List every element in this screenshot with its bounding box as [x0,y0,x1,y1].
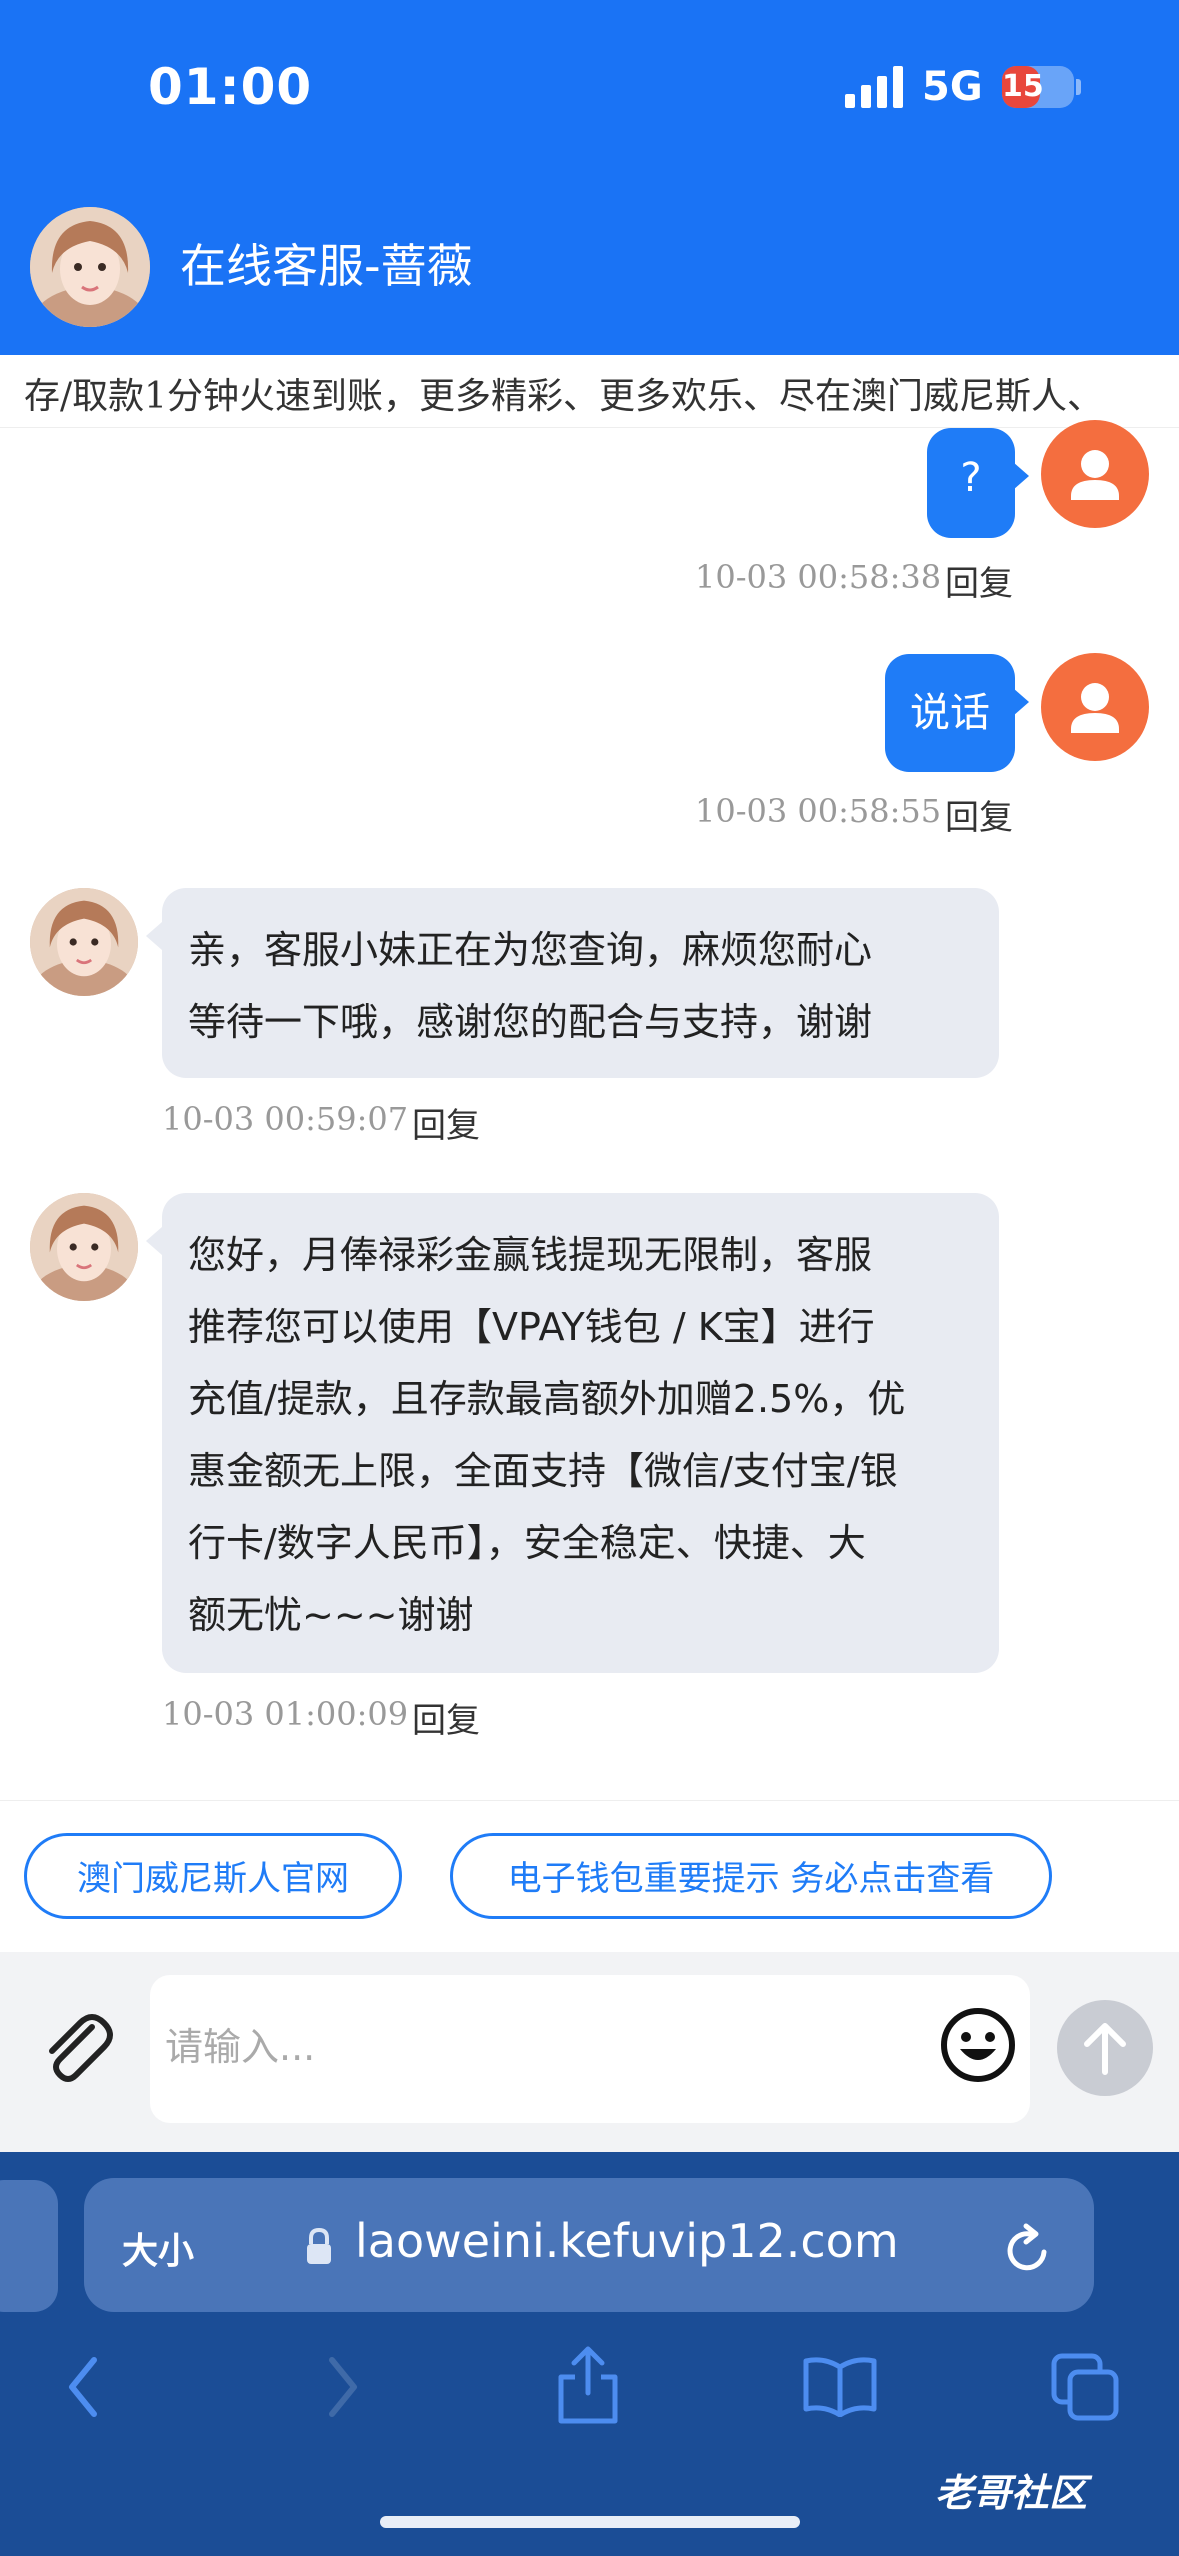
user-avatar [1041,653,1149,761]
message-time: 10-03 00:59:07 [162,1100,409,1138]
message-line: 惠金额无上限，全面支持【微信/支付宝/银 [188,1449,898,1493]
agent-message-bubble: 您好，月俸禄彩金赢钱提现无限制，客服 推荐您可以使用【VPAY钱包 / K宝】进… [146,1193,999,1673]
message-line: 亲，客服小妹正在为您查询，麻烦您耐心 [188,928,873,972]
tabs-icon[interactable] [1050,2352,1122,2424]
reply-link[interactable]: 回复 [412,1693,480,1742]
battery-tip [1076,79,1081,95]
user-icon [1071,683,1119,733]
message-line: 您好，月俸禄彩金赢钱提现无限制，客服 [188,1233,873,1277]
quick-link-wallet-notice[interactable]: 电子钱包重要提示 务必点击查看 [450,1833,1052,1919]
chat-title: 在线客服-蔷薇 [180,239,473,293]
agent-avatar [30,1193,138,1301]
message-text: ? [960,455,982,501]
message-line: 额无忧~~~谢谢 [188,1593,474,1637]
message-text: 说话 [910,690,990,736]
reply-link[interactable]: 回复 [945,556,1013,605]
home-indicator[interactable] [380,2516,800,2528]
message-time: 10-03 01:00:09 [162,1695,409,1733]
network-label: 5G [922,64,983,110]
reload-icon[interactable] [1000,2222,1056,2278]
message-time: 10-03 00:58:55 [695,792,942,830]
arrow-up-icon [1084,2023,1126,2075]
message-time: 10-03 00:58:38 [695,558,942,596]
text-size-button[interactable]: 大小 [122,2222,194,2274]
paperclip-icon[interactable] [34,2005,116,2087]
user-avatar [1041,420,1149,528]
book-icon[interactable] [800,2355,880,2417]
message-line: 推荐您可以使用【VPAY钱包 / K宝】进行 [188,1305,875,1349]
announcement-marquee: 存/取款1分钟火速到账，更多精彩、更多欢乐、尽在澳门威尼斯人、 [0,355,1179,428]
message-line: 行卡/数字人民币】，安全稳定、快捷、大 [188,1521,866,1565]
send-button[interactable] [1057,2000,1153,2096]
chevron-left-icon[interactable] [60,2352,110,2422]
lock-icon [307,2227,331,2264]
message-line: 等待一下哦，感谢您的配合与支持，谢谢 [188,1000,873,1044]
agent-avatar [30,207,150,327]
app-header [0,0,1179,355]
agent-avatar [30,888,138,996]
battery-percent: 15 [1002,69,1044,104]
my-message-bubble: ? [927,428,1029,538]
chevron-right-icon[interactable] [316,2352,366,2422]
message-input-placeholder: 请输入... [165,2025,316,2069]
quick-link-official-site[interactable]: 澳门威尼斯人官网 [24,1833,402,1919]
signal-icon [845,66,903,108]
reply-link[interactable]: 回复 [945,790,1013,839]
watermark-logo: 老哥社区 [935,2471,1088,2515]
agent-message-bubble: 亲，客服小妹正在为您查询，麻烦您耐心 等待一下哦，感谢您的配合与支持，谢谢 [146,888,999,1078]
battery-indicator: 15 [1002,66,1074,108]
previous-tab-preview[interactable] [0,2180,58,2312]
emoji-icon[interactable] [938,2005,1018,2085]
reply-link[interactable]: 回复 [412,1098,480,1147]
share-icon[interactable] [555,2345,621,2425]
user-icon [1071,450,1119,500]
message-line: 充值/提款，且存款最高额外加赠2.5%，优 [188,1377,906,1421]
url-text: laoweini.kefuvip12.com [355,2214,899,2268]
my-message-bubble: 说话 [885,654,1029,772]
status-time: 01:00 [148,58,313,116]
marquee-text: 存/取款1分钟火速到账，更多精彩、更多欢乐、尽在澳门威尼斯人、 [24,376,1104,417]
